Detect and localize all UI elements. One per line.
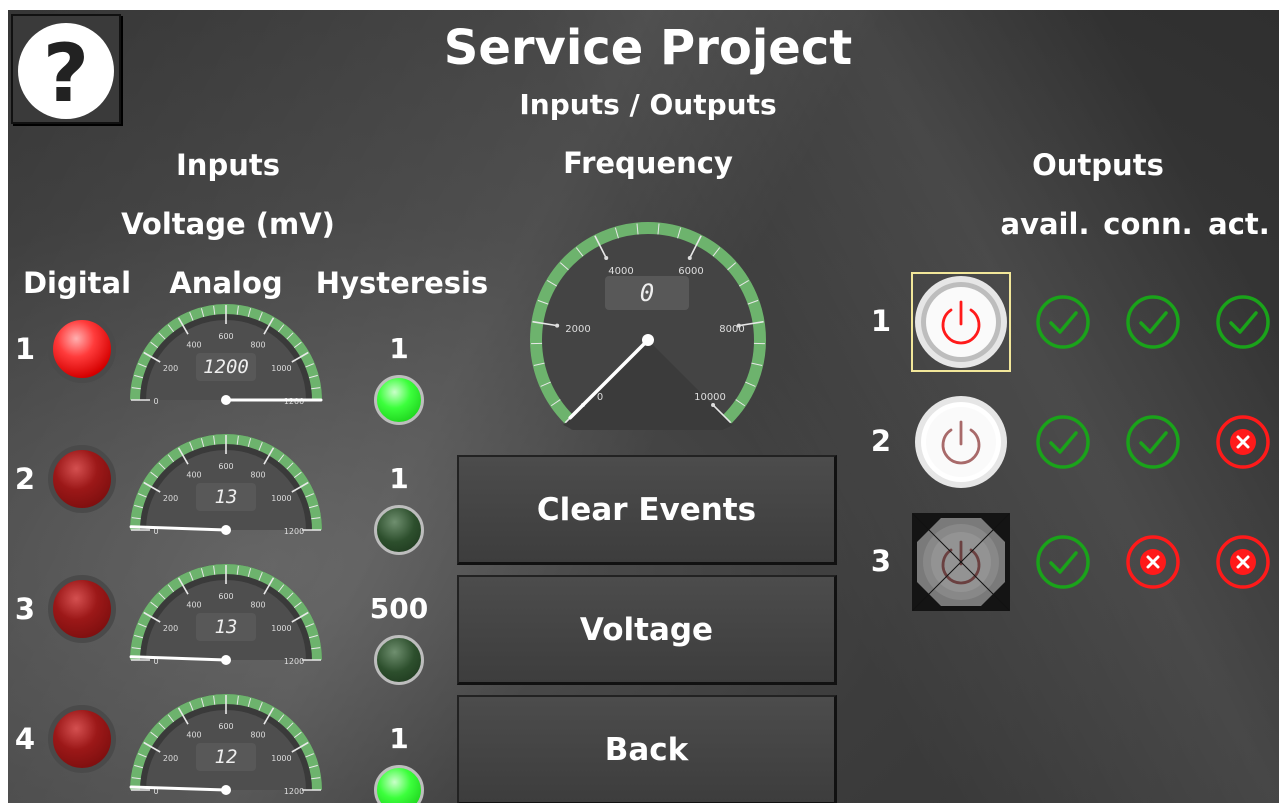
page-title: Service Project <box>443 20 853 76</box>
x-circle-icon <box>1216 535 1270 589</box>
back-button[interactable]: Back <box>457 695 837 803</box>
input-row-number: 4 <box>14 722 36 756</box>
hysteresis-led <box>374 505 424 555</box>
check-circle-icon <box>1216 295 1270 349</box>
gauge-hub <box>221 785 231 795</box>
frequency-hub <box>642 334 654 346</box>
output-power-button <box>912 513 1010 611</box>
gauge-tick-label: 1000 <box>271 494 291 503</box>
col-conn-header: conn. <box>1103 207 1193 241</box>
check-circle-icon <box>1036 535 1090 589</box>
digital-input-led <box>48 315 116 383</box>
col-analog-header: Analog <box>169 266 283 300</box>
gauge-tick-label: 1000 <box>271 624 291 633</box>
analog-readout: 13 <box>196 613 256 641</box>
gauge-tick-label: 400 <box>186 601 201 610</box>
analog-readout: 1200 <box>196 353 256 381</box>
frequency-tick-label: 2000 <box>565 324 590 335</box>
voltage-label: Voltage (mV) <box>121 207 335 241</box>
digital-input-led <box>48 445 116 513</box>
output-row-number: 1 <box>870 304 892 338</box>
hysteresis-led <box>374 635 424 685</box>
gauge-tick-label: 200 <box>163 624 178 633</box>
output-row-number: 3 <box>870 544 892 578</box>
page-subtitle: Inputs / Outputs <box>519 88 777 121</box>
svg-text:?: ? <box>43 27 89 120</box>
analog-readout: 12 <box>196 743 256 771</box>
outputs-title: Outputs <box>1032 148 1164 182</box>
gauge-hub <box>221 395 231 405</box>
output-row-number: 2 <box>870 424 892 458</box>
hysteresis-led <box>374 375 424 425</box>
gauge-tick-label: 800 <box>250 341 265 350</box>
inputs-title: Inputs <box>176 148 280 182</box>
analog-readout: 13 <box>196 483 256 511</box>
frequency-readout: 0 <box>605 276 689 310</box>
hysteresis-value: 1 <box>389 462 409 495</box>
x-circle-icon <box>1216 415 1270 469</box>
input-row-number: 2 <box>14 462 36 496</box>
x-circle-icon <box>1126 535 1180 589</box>
gauge-tick-label: 1200 <box>284 527 304 536</box>
gauge-tick-label: 800 <box>250 731 265 740</box>
gauge-tick-label: 600 <box>218 592 233 601</box>
hysteresis-value: 1 <box>389 332 409 365</box>
gauge-tick-label: 400 <box>186 341 201 350</box>
check-circle-icon <box>1036 415 1090 469</box>
input-row-number: 1 <box>14 332 36 366</box>
question-mark-icon: ? <box>18 23 114 120</box>
voltage-button[interactable]: Voltage <box>457 575 837 685</box>
gauge-tick-label: 1200 <box>284 787 304 796</box>
col-act-header: act. <box>1208 207 1270 241</box>
output-power-button[interactable] <box>911 272 1011 372</box>
hysteresis-value: 1 <box>389 722 409 755</box>
gauge-tick-label: 600 <box>218 722 233 731</box>
digital-input-led <box>48 575 116 643</box>
gauge-tick-label: 800 <box>250 601 265 610</box>
gauge-hub <box>221 655 231 665</box>
frequency-tick-label: 10000 <box>694 392 726 403</box>
gauge-hub <box>221 525 231 535</box>
check-circle-icon <box>1126 295 1180 349</box>
hysteresis-led <box>374 765 424 803</box>
gauge-tick-label: 1000 <box>271 364 291 373</box>
clear-events-button[interactable]: Clear Events <box>457 455 837 565</box>
col-digital-header: Digital <box>22 266 132 300</box>
gauge-tick-label: 600 <box>218 332 233 341</box>
digital-input-led <box>48 705 116 773</box>
hysteresis-value: 500 <box>369 592 429 625</box>
gauge-tick-label: 400 <box>186 731 201 740</box>
gauge-tick-label: 0 <box>153 397 158 406</box>
check-circle-icon <box>1126 415 1180 469</box>
check-circle-icon <box>1036 295 1090 349</box>
gauge-tick-label: 1200 <box>284 657 304 666</box>
frequency-tick-label: 0 <box>597 392 603 403</box>
hmi-screen: ? Service Project Inputs / Outputs Input… <box>8 10 1279 803</box>
input-row-number: 3 <box>14 592 36 626</box>
gauge-tick-label: 600 <box>218 462 233 471</box>
gauge-tick-label: 400 <box>186 471 201 480</box>
gauge-tick-label: 1000 <box>271 754 291 763</box>
gauge-tick-label: 800 <box>250 471 265 480</box>
frequency-title: Frequency <box>563 146 733 180</box>
help-button[interactable]: ? <box>11 14 121 124</box>
gauge-tick-label: 200 <box>163 754 178 763</box>
col-hysteresis-header: Hysteresis <box>315 266 489 300</box>
col-avail-header: avail. <box>1000 207 1090 241</box>
frequency-gauge: 020004000 6000800010000 <box>530 222 766 430</box>
output-power-button[interactable] <box>911 392 1011 492</box>
gauge-tick-label: 200 <box>163 494 178 503</box>
frequency-tick-label: 8000 <box>719 324 744 335</box>
gauge-tick-label: 200 <box>163 364 178 373</box>
